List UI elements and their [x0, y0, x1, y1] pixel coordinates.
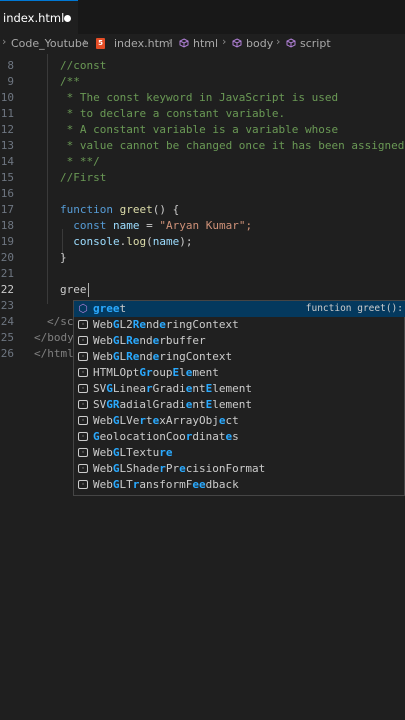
breadcrumb-html[interactable]: html: [193, 37, 218, 50]
breadcrumb-body[interactable]: body: [246, 37, 273, 50]
suggestion-item[interactable]: ◦ HTMLOptGroupElement: [74, 365, 405, 381]
line-number: 17: [0, 203, 14, 216]
breadcrumb-file[interactable]: index.html: [114, 37, 173, 50]
unsaved-dot-icon[interactable]: [64, 15, 71, 22]
suggestion-detail: function greet():: [305, 303, 403, 314]
suggestion-label: WebGLRenderbuffer: [93, 334, 206, 347]
code-line: </body: [34, 331, 74, 344]
line-number: 16: [0, 187, 14, 200]
variable-icon: ◦: [78, 368, 88, 377]
line-number: 9: [7, 75, 14, 88]
line-number-active: 22: [0, 283, 14, 296]
text-cursor: [88, 283, 89, 297]
autocomplete-suggest-widget[interactable]: ⬡ greet function greet(): ◦ WebGL2RenderingC…: [73, 300, 405, 496]
chevron-right-icon: ›: [168, 35, 173, 48]
suggestion-label: WebGLRenderingContext: [93, 350, 233, 363]
tab-label: index.html: [3, 11, 65, 25]
suggestion-label: WebGLTransformFeedback: [93, 478, 239, 491]
suggestion-item[interactable]: ◦ GeolocationCoordinates: [74, 429, 405, 445]
suggestion-label: WebGLVertexArrayObject: [93, 414, 239, 427]
suggestion-item[interactable]: ◦ WebGLRenderbuffer: [74, 333, 405, 349]
variable-icon: ◦: [78, 320, 88, 329]
chevron-right-icon: ›: [222, 35, 227, 48]
code-line: * **/: [60, 155, 100, 168]
code-line: * A constant variable is a variable whos…: [60, 123, 339, 136]
code-line: function greet() {: [60, 203, 180, 216]
breadcrumb: › Code_Youtube › 5 index.html › html › b…: [0, 34, 405, 54]
line-number: 12: [0, 123, 14, 136]
suggestion-label: GeolocationCoordinates: [93, 430, 239, 443]
element-cube-icon: [232, 38, 242, 48]
line-number: 14: [0, 155, 14, 168]
suggestion-label: WebGL2RenderingContext: [93, 318, 239, 331]
suggestion-label: greet: [93, 302, 127, 315]
chevron-right-icon: ›: [2, 35, 7, 48]
line-number: 20: [0, 251, 14, 264]
element-cube-icon: [179, 38, 189, 48]
code-line: </html: [34, 347, 74, 360]
code-line: * to declare a constant variable.: [60, 107, 286, 120]
tab-index-html[interactable]: index.html: [0, 0, 78, 34]
code-line: * The const keyword in JavaScript is use…: [60, 91, 339, 104]
line-number: 10: [0, 91, 14, 104]
suggestion-item[interactable]: ◦ WebGL2RenderingContext: [74, 317, 405, 333]
chevron-right-icon: ›: [276, 35, 281, 48]
code-line: * value cannot be changed once it has be…: [60, 139, 405, 152]
line-number: 15: [0, 171, 14, 184]
chevron-right-icon: ›: [83, 35, 88, 48]
variable-icon: ◦: [78, 400, 88, 409]
code-line: //const: [60, 59, 107, 72]
indent-guide: [47, 54, 48, 304]
code-line: console.log(name);: [73, 235, 193, 248]
line-number: 24: [0, 315, 14, 328]
breadcrumb-script[interactable]: script: [300, 37, 331, 50]
line-number: 23: [0, 299, 14, 312]
variable-icon: ◦: [78, 432, 88, 441]
suggestion-item[interactable]: ◦ WebGLShaderPrecisionFormat: [74, 461, 405, 477]
suggestion-item[interactable]: ◦ SVGRadialGradientElement: [74, 397, 405, 413]
line-number: 11: [0, 107, 14, 120]
variable-icon: ◦: [78, 480, 88, 489]
breadcrumb-folder[interactable]: Code_Youtube: [11, 37, 89, 50]
line-number: 26: [0, 347, 14, 360]
suggestion-label: SVGRadialGradientElement: [93, 398, 252, 411]
suggestion-label: WebGLShaderPrecisionFormat: [93, 462, 266, 475]
code-line: }: [60, 251, 67, 264]
suggestion-item[interactable]: ◦ WebGLVertexArrayObject: [74, 413, 405, 429]
suggestion-item[interactable]: ◦ SVGLinearGradientElement: [74, 381, 405, 397]
line-number: 13: [0, 139, 14, 152]
html5-icon: 5: [96, 38, 105, 49]
variable-icon: ◦: [78, 384, 88, 393]
variable-icon: ◦: [78, 352, 88, 361]
suggestion-item[interactable]: ◦ WebGLTexture: [74, 445, 405, 461]
line-number: 19: [0, 235, 14, 248]
code-line: const name = "Aryan Kumar";: [73, 219, 253, 232]
line-number: 18: [0, 219, 14, 232]
element-cube-icon: [286, 38, 296, 48]
line-number: 8: [7, 59, 14, 72]
variable-icon: ◦: [78, 464, 88, 473]
function-cube-icon: ⬡: [78, 302, 88, 315]
suggestion-item[interactable]: ◦ WebGLRenderingContext: [74, 349, 405, 365]
code-line: //First: [60, 171, 107, 184]
code-line: /**: [60, 75, 80, 88]
suggestion-item-selected[interactable]: ⬡ greet function greet():: [74, 301, 405, 317]
suggestion-label: WebGLTexture: [93, 446, 173, 459]
code-line-active[interactable]: gree: [60, 283, 87, 296]
code-line: </sc: [47, 315, 74, 328]
variable-icon: ◦: [78, 448, 88, 457]
variable-icon: ◦: [78, 336, 88, 345]
editor-tab-bar: index.html: [0, 0, 405, 34]
suggestion-label: SVGLinearGradientElement: [93, 382, 252, 395]
suggestion-item[interactable]: ◦ WebGLTransformFeedback: [74, 477, 405, 493]
line-number: 25: [0, 331, 14, 344]
suggestion-label: HTMLOptGroupElement: [93, 366, 219, 379]
line-number: 21: [0, 267, 14, 280]
variable-icon: ◦: [78, 416, 88, 425]
